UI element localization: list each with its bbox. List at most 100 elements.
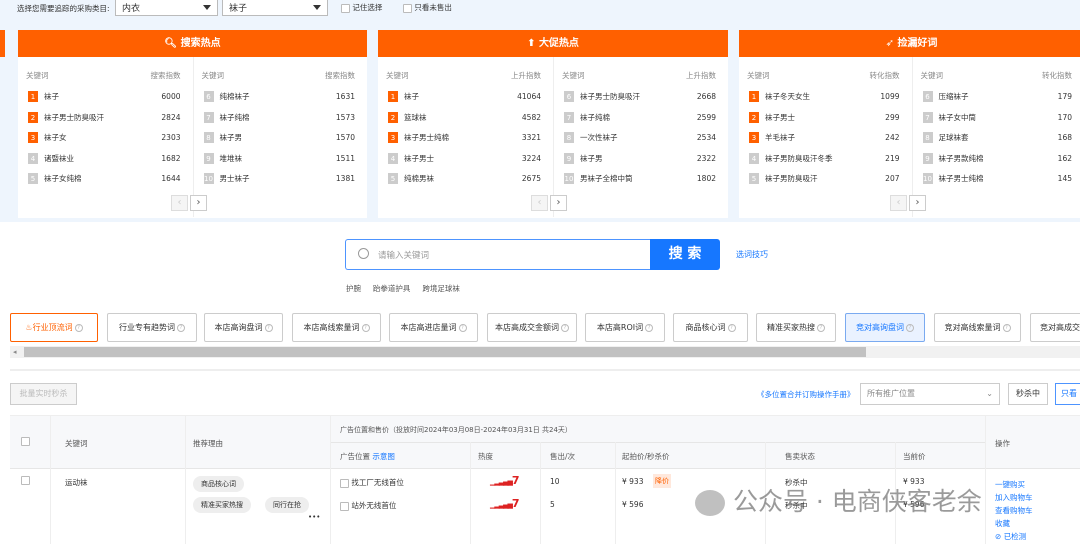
tab-keyword-type[interactable]: 竞对高询盘词? xyxy=(845,313,925,342)
tab-keyword-type[interactable]: 行业专有趋势词? xyxy=(107,313,197,342)
slot-checkbox[interactable] xyxy=(340,478,349,488)
slot-checkbox[interactable] xyxy=(340,501,349,511)
view-cart-link[interactable]: 查看购物车 xyxy=(995,504,1033,517)
next-page-button[interactable]: › xyxy=(550,195,567,211)
suggestion[interactable]: 护腕 xyxy=(346,284,361,293)
keyword-item[interactable]: 4 诸暨袜业 1682 xyxy=(28,152,181,167)
rank-badge: 1 xyxy=(388,91,398,102)
rank-badge: 8 xyxy=(564,132,574,143)
keyword-tips-link[interactable]: 选词技巧 xyxy=(736,249,768,260)
tab-keyword-type[interactable]: 本店高进店量词? xyxy=(389,313,478,342)
horizontal-scrollbar[interactable]: ◂ xyxy=(10,346,1080,358)
help-icon: ? xyxy=(361,323,370,332)
tab-keyword-type[interactable]: 本店高询盘词? xyxy=(204,313,283,342)
rank-badge: 7 xyxy=(564,111,574,123)
checkbox[interactable] xyxy=(341,3,350,13)
keyword-item[interactable]: 8 一次性袜子 2534 xyxy=(564,132,716,146)
index-value: 168 xyxy=(1057,133,1072,142)
rank-badge: 3 xyxy=(749,132,759,143)
keyword-item[interactable]: 6 纯棉袜子 1631 xyxy=(203,91,355,105)
keyword-item[interactable]: 3 袜子女 2303 xyxy=(28,132,181,146)
only-view-button[interactable]: 只看 xyxy=(1055,383,1080,405)
keyword-item[interactable]: 9 堆堆袜 1511 xyxy=(203,152,355,167)
keyword: 袜子男防臭吸汗 xyxy=(765,174,818,183)
manual-link[interactable]: 《多位置合并订购操作手册》 xyxy=(757,389,855,400)
hot-panel: ➶ 捡漏好词 关键词 转化指数 1 袜子冬天女生 1099 2 袜子男士 299 3 羊毛袜子 242… xyxy=(739,30,1080,218)
keyword-item[interactable]: 2 袜子男士防臭吸汗 2824 xyxy=(28,111,181,126)
help-icon: ? xyxy=(177,323,185,332)
scroll-left-icon[interactable]: ◂ xyxy=(13,348,17,356)
unsold-checkbox[interactable]: 只看未售出 xyxy=(403,2,452,13)
keyword-item[interactable]: 7 袜子女中筒 170 xyxy=(922,111,1072,126)
tab-keyword-type[interactable]: 竞对高线索量词? xyxy=(934,313,1021,342)
keyword-item[interactable]: 10 男袜子全棉中筒 1802 xyxy=(564,173,716,187)
favorite-link[interactable]: 收藏 xyxy=(995,517,1033,530)
index-value: 6000 xyxy=(161,92,181,101)
suggestion[interactable]: 跆拳道护具 xyxy=(373,284,411,293)
keyword-item[interactable]: 3 袜子男士纯棉 3321 xyxy=(388,132,541,146)
tab-keyword-type[interactable]: 竞对高成交 xyxy=(1030,313,1080,342)
tab-keyword-type[interactable]: 本店高ROI词? xyxy=(585,313,665,342)
index-value: 3321 xyxy=(521,133,541,142)
keyword-item[interactable]: 7 袜子纯棉 2599 xyxy=(564,111,716,126)
keyword-item[interactable]: 4 袜子男士 3224 xyxy=(388,152,541,167)
keyword-item[interactable]: 9 袜子男 2322 xyxy=(564,152,716,167)
tab-keyword-type[interactable]: 本店高成交金额词? xyxy=(487,313,577,342)
prev-page-button[interactable]: ‹ xyxy=(890,195,907,211)
checkbox[interactable] xyxy=(403,3,412,13)
keyword-item[interactable]: 6 压缩袜子 179 xyxy=(922,91,1072,105)
more-icon[interactable]: ••• xyxy=(308,513,320,521)
price-drop-badge: 降价 xyxy=(653,474,671,488)
tab-keyword-type[interactable]: ♨行业顶流词? xyxy=(10,313,98,342)
keyword-item[interactable]: 10 男士袜子 1381 xyxy=(203,173,355,187)
keyword: 诸暨袜业 xyxy=(44,153,74,163)
suggestion[interactable]: 跨境足球袜 xyxy=(422,284,460,293)
keyword: 篮球袜 xyxy=(404,112,427,122)
add-to-cart-link[interactable]: 加入购物车 xyxy=(995,491,1033,504)
next-page-button[interactable]: › xyxy=(190,195,207,211)
seckill-filter-button[interactable]: 秒杀中 xyxy=(1008,383,1048,405)
keyword-item[interactable]: 1 袜子冬天女生 1099 xyxy=(749,91,900,105)
buy-now-link[interactable]: 一键购买 xyxy=(995,478,1033,491)
scrollbar-thumb[interactable] xyxy=(24,347,866,357)
keyword-item[interactable]: 8 足球袜套 168 xyxy=(922,132,1072,146)
tab-keyword-type[interactable]: 商品核心词? xyxy=(673,313,748,342)
prev-page-button[interactable]: ‹ xyxy=(171,195,188,211)
tab-keyword-type[interactable]: 精准买家热搜? xyxy=(756,313,836,342)
search-button[interactable]: 搜 索 xyxy=(650,239,720,270)
batch-seckill-button[interactable]: 批量实时秒杀 xyxy=(10,383,77,405)
keyword: 袜子女纯棉 xyxy=(44,174,82,183)
keyword-item[interactable]: 1 袜子 41064 xyxy=(388,91,541,105)
keyword-item[interactable]: 9 袜子男款纯棉 162 xyxy=(922,152,1072,167)
col-keyword: 关键词 xyxy=(562,71,585,80)
category-select-2[interactable]: 袜子 xyxy=(222,0,328,16)
search-input[interactable]: 请输入关键词 xyxy=(345,239,651,270)
category-select-1[interactable]: 内衣 xyxy=(115,0,218,16)
keyword-item[interactable]: 8 袜子男 1570 xyxy=(203,132,355,146)
tab-keyword-type[interactable]: 本店高线索量词? xyxy=(292,313,381,342)
keyword-item[interactable]: 3 羊毛袜子 242 xyxy=(749,132,900,146)
keyword: 堆堆袜 xyxy=(219,153,243,163)
keyword-item[interactable]: 4 袜子男防臭吸汗冬季 219 xyxy=(749,152,900,167)
keyword-item[interactable]: 5 纯棉男袜 2675 xyxy=(388,173,541,187)
index-value: 2322 xyxy=(696,153,716,163)
keyword-item[interactable]: 2 袜子男士 299 xyxy=(749,111,900,126)
checked-status: ⊘ 已检测 xyxy=(995,532,1027,541)
position-select[interactable]: 所有推广位置 ⌄ xyxy=(860,383,1000,405)
keyword-item[interactable]: 5 袜子女纯棉 1644 xyxy=(28,173,181,187)
keyword-item[interactable]: 10 袜子男士纯棉 145 xyxy=(922,173,1072,187)
keyword-item[interactable]: 2 篮球袜 4582 xyxy=(388,111,541,126)
next-page-button[interactable]: › xyxy=(909,195,926,211)
keyword-item[interactable]: 1 袜子 6000 xyxy=(28,91,181,105)
select-all-checkbox[interactable] xyxy=(21,437,30,446)
row-checkbox[interactable] xyxy=(21,476,30,485)
keyword-item[interactable]: 5 袜子男防臭吸汗 207 xyxy=(749,173,900,187)
diagram-link[interactable]: 示意图 xyxy=(372,452,395,461)
remember-checkbox[interactable]: 记住选择 xyxy=(341,2,382,13)
help-icon: ? xyxy=(645,323,654,332)
keyword-item[interactable]: 7 袜子纯棉 1573 xyxy=(203,111,355,126)
prev-page-button[interactable]: ‹ xyxy=(531,195,548,211)
keyword-item[interactable]: 6 袜子男士防臭吸汗 2668 xyxy=(564,91,716,105)
watermark: 公众号 · 电商侠客老余 xyxy=(695,482,982,518)
keyword: 袜子男士 xyxy=(404,153,434,163)
